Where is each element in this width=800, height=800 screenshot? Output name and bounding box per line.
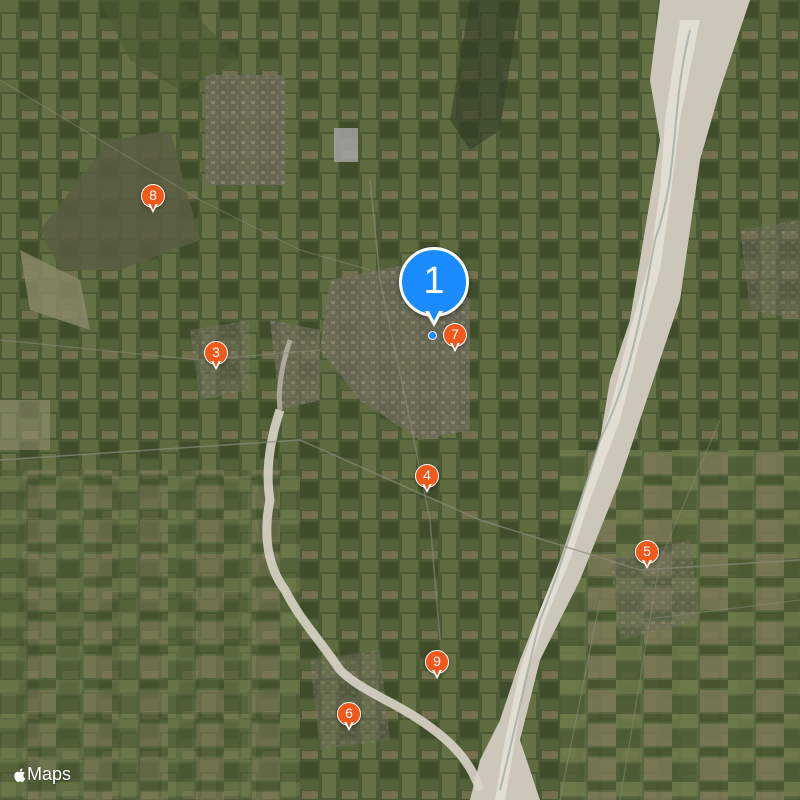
marker-pointer [642,559,652,569]
map-marker-1-selected[interactable]: 1 [399,247,469,331]
marker-label: 1 [399,247,469,317]
map-marker-5[interactable]: 5 [635,540,659,572]
attribution-text: Maps [27,764,72,784]
marker-pointer [344,721,354,731]
maps-attribution[interactable]: Maps [12,764,71,785]
marker-pointer [211,360,221,370]
location-dot [428,331,437,340]
map-marker-8[interactable]: 8 [141,184,165,216]
map-view[interactable]: 7 8 3 4 5 9 6 1 Maps [0,0,800,800]
marker-pointer [425,309,443,327]
marker-pointer [450,342,460,352]
map-marker-3[interactable]: 3 [204,341,228,373]
marker-pointer [148,203,158,213]
marker-pointer [432,669,442,679]
map-marker-6[interactable]: 6 [337,702,361,734]
apple-logo-icon [14,767,26,782]
marker-pointer [422,483,432,493]
satellite-imagery [0,0,800,800]
map-marker-4[interactable]: 4 [415,464,439,496]
map-marker-9[interactable]: 9 [425,650,449,682]
